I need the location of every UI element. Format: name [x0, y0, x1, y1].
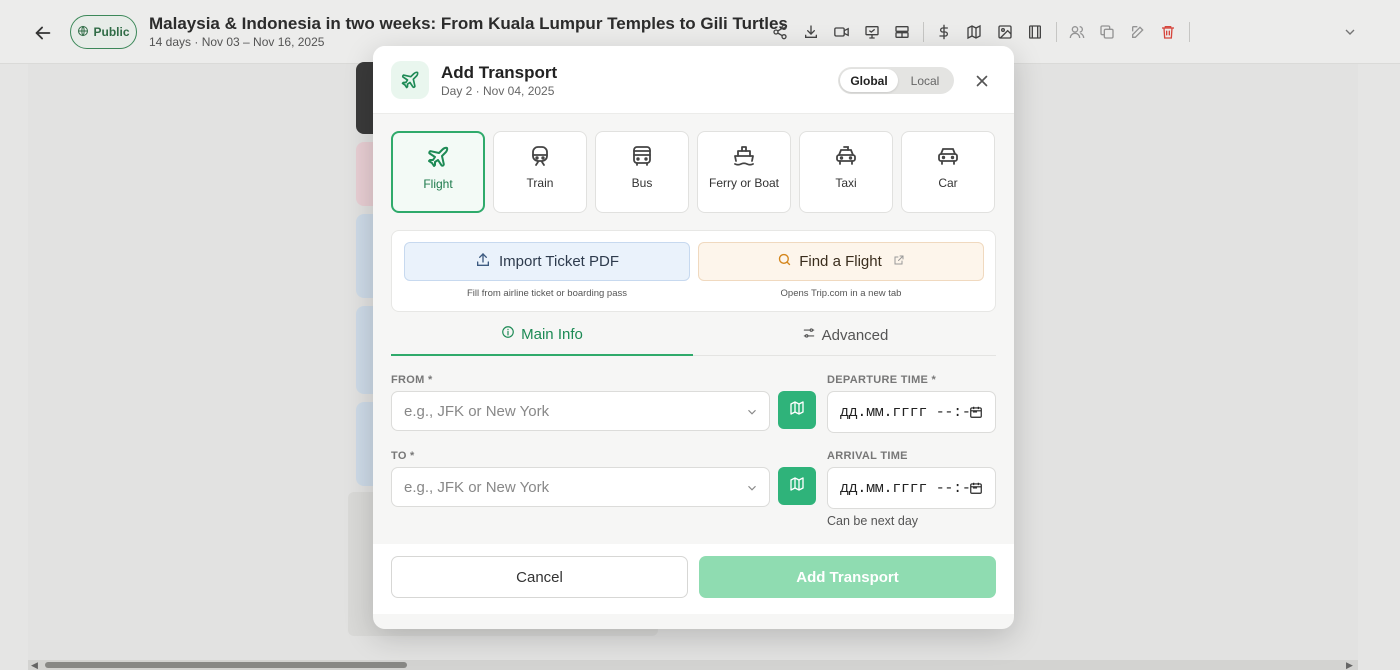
calendar-icon[interactable]: [969, 481, 983, 500]
departure-datetime-input[interactable]: дд.мм.гггг --:--: [827, 391, 996, 433]
plane-icon: [426, 145, 450, 177]
train-icon: [528, 144, 552, 176]
calendar-icon[interactable]: [969, 405, 983, 424]
mode-car-button[interactable]: Car: [901, 131, 995, 213]
booking-helpers: Import Ticket PDF Fill from airline tick…: [391, 230, 996, 312]
scope-local-option[interactable]: Local: [898, 69, 952, 92]
import-ticket-note: Fill from airline ticket or boarding pas…: [467, 288, 627, 299]
departure-value: дд.мм.гггг --:--: [840, 403, 980, 421]
mode-label: Flight: [423, 177, 453, 191]
mode-label: Train: [526, 176, 554, 190]
ship-icon: [732, 144, 756, 176]
import-ticket-label: Import Ticket PDF: [498, 253, 620, 270]
to-location-select[interactable]: e.g., JFK or New York: [391, 467, 770, 507]
upload-icon: [475, 252, 491, 272]
external-link-icon: [893, 253, 905, 270]
chevron-down-icon: [745, 481, 759, 499]
to-label: TO *: [391, 450, 415, 462]
mode-bus-button[interactable]: Bus: [595, 131, 689, 213]
sliders-icon: [802, 326, 816, 344]
mode-label: Car: [938, 176, 958, 190]
to-map-button[interactable]: [778, 467, 816, 505]
find-flight-label: Find a Flight: [799, 253, 882, 270]
add-transport-dialog: Add Transport Day 2 · Nov 04, 2025 Globa…: [373, 46, 1014, 629]
find-flight-note: Opens Trip.com in a new tab: [780, 288, 902, 299]
from-location-select[interactable]: e.g., JFK or New York: [391, 391, 770, 431]
scope-toggle: Global Local: [838, 67, 954, 94]
map-icon: [789, 400, 805, 421]
mode-ferry-button[interactable]: Ferry or Boat: [697, 131, 791, 213]
mode-label: Ferry or Boat: [708, 176, 780, 190]
departure-label: DEPARTURE TIME *: [827, 374, 937, 386]
transport-mode-selector: Flight Train Bus Ferry or Boat Taxi Car: [391, 131, 995, 213]
mode-label: Bus: [631, 176, 653, 190]
dialog-header: Add Transport Day 2 · Nov 04, 2025 Globa…: [373, 46, 1014, 114]
arrival-datetime-input[interactable]: дд.мм.гггг --:--: [827, 467, 996, 509]
plane-icon: [391, 61, 429, 99]
cancel-button[interactable]: Cancel: [391, 556, 688, 598]
info-icon: [501, 325, 515, 343]
dialog-tabs: Main Info Advanced: [391, 314, 996, 356]
add-transport-button[interactable]: Add Transport: [699, 556, 996, 598]
mode-flight-button[interactable]: Flight: [391, 131, 485, 213]
dialog-subtitle: Day 2 · Nov 04, 2025: [441, 84, 555, 98]
arrival-value: дд.мм.гггг --:--: [840, 479, 980, 497]
tab-main-info[interactable]: Main Info: [391, 314, 693, 356]
arrival-label: ARRIVAL TIME: [827, 450, 908, 462]
taxi-icon: [834, 144, 858, 176]
mode-train-button[interactable]: Train: [493, 131, 587, 213]
import-ticket-button[interactable]: Import Ticket PDF: [404, 242, 690, 281]
scope-global-option[interactable]: Global: [840, 69, 898, 92]
from-map-button[interactable]: [778, 391, 816, 429]
tab-advanced[interactable]: Advanced: [694, 314, 996, 356]
mode-label: Taxi: [835, 176, 857, 190]
arrival-hint: Can be next day: [827, 514, 919, 528]
mode-taxi-button[interactable]: Taxi: [799, 131, 893, 213]
dialog-body: Flight Train Bus Ferry or Boat Taxi Car …: [373, 114, 1014, 544]
from-placeholder: e.g., JFK or New York: [404, 402, 550, 420]
find-flight-button[interactable]: Find a Flight: [698, 242, 984, 281]
to-placeholder: e.g., JFK or New York: [404, 478, 550, 496]
tab-main-info-label: Main Info: [521, 325, 583, 343]
close-icon[interactable]: [973, 72, 991, 90]
tab-advanced-label: Advanced: [821, 326, 889, 344]
bus-icon: [630, 144, 654, 176]
dialog-title: Add Transport: [441, 63, 558, 82]
from-label: FROM *: [391, 374, 433, 386]
chevron-down-icon: [745, 405, 759, 423]
car-icon: [936, 144, 960, 176]
map-icon: [789, 476, 805, 497]
dialog-footer: Cancel Add Transport: [373, 544, 1014, 614]
search-icon: [777, 252, 792, 271]
